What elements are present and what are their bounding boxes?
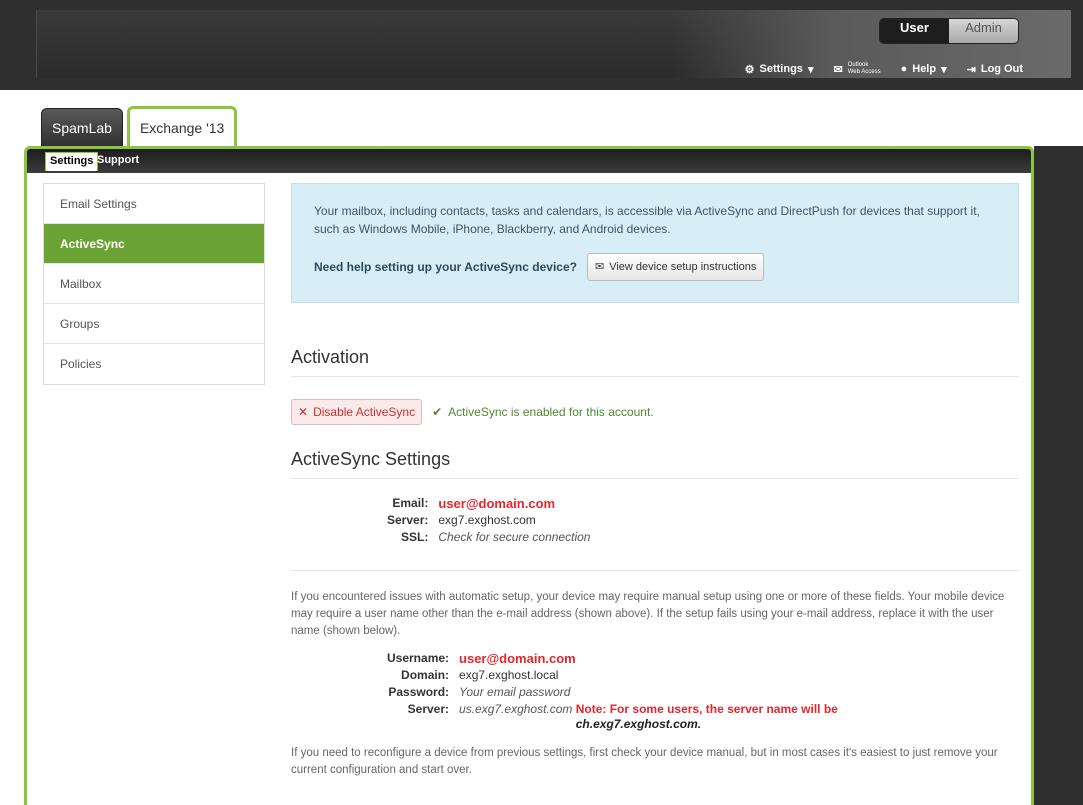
role-toggle: User Admin xyxy=(879,18,1019,44)
server-value: exg7.exghost.com xyxy=(438,513,536,527)
manual-setup-text: If you encountered issues with automatic… xyxy=(291,591,1005,637)
header-right-area: User Admin ⚙ Settings ▾ ✉ Outlook Web Ac… xyxy=(671,10,1071,78)
help-menu[interactable]: ● Help ▾ xyxy=(901,63,947,76)
email-label: Email: xyxy=(392,496,429,510)
server-note: Note: For some users, the server name wi… xyxy=(576,701,838,733)
sidebar-item-policies[interactable]: Policies xyxy=(44,344,264,384)
sidebar-item-groups[interactable]: Groups xyxy=(44,304,264,344)
user-watermark: User xyxy=(1035,180,1083,340)
owa-line2: Web Access xyxy=(847,69,881,75)
help-prompt: Need help setting up your ActiveSync dev… xyxy=(314,260,577,274)
tab-exchange-label: Exchange '13 xyxy=(139,119,225,136)
settings-menu[interactable]: ⚙ Settings ▾ xyxy=(745,63,814,76)
activesync-status-text: ActiveSync is enabled for this account. xyxy=(448,405,654,419)
owa-label: Outlook Web Access xyxy=(848,62,881,76)
email-value: user@domain.com xyxy=(438,496,556,511)
check-icon: ✔ xyxy=(432,405,443,419)
server2-label: Server: xyxy=(407,702,450,716)
disable-activesync-label: Disable ActiveSync xyxy=(313,405,416,419)
close-icon: ✕ xyxy=(298,405,309,419)
username-label: Username: xyxy=(387,651,450,665)
main-frame: Settings Support Email Settings ActiveSy… xyxy=(24,146,1034,805)
role-user-label: User xyxy=(900,20,929,35)
username-row: Username: user@domain.com xyxy=(387,650,838,667)
role-admin-button[interactable]: Admin xyxy=(949,19,1018,43)
manual-settings-table: Username: user@domain.com Domain: exg7.e… xyxy=(387,650,838,733)
server2-row: Server: us.exg7.exghost.com Note: For so… xyxy=(387,701,838,733)
activesync-settings-title: ActiveSync Settings xyxy=(291,449,1019,479)
role-admin-label: Admin xyxy=(965,20,1002,35)
top-nav: ⚙ Settings ▾ ✉ Outlook Web Access ● Help… xyxy=(745,62,1023,76)
server-note-text: Note: For some users, the server name wi… xyxy=(575,702,838,716)
divider xyxy=(291,570,1019,571)
sidebar-item-activesync[interactable]: ActiveSync xyxy=(44,224,264,264)
server2-value: us.exg7.exghost.com xyxy=(459,702,573,716)
password-row: Password: Your email password xyxy=(387,684,838,701)
caret-down-icon: ▾ xyxy=(807,63,814,76)
activesync-status: ✔ ActiveSync is enabled for this account… xyxy=(432,405,654,419)
subtab-support[interactable]: Support xyxy=(93,152,143,171)
info-text: Your mailbox, including contacts, tasks … xyxy=(314,204,980,236)
sidebar-item-mailbox[interactable]: Mailbox xyxy=(44,264,264,304)
tab-exchange[interactable]: Exchange '13 xyxy=(126,106,238,146)
outlook-web-access-link[interactable]: ✉ Outlook Web Access xyxy=(833,62,880,76)
subtab-settings[interactable]: Settings xyxy=(45,152,99,171)
activation-title: Activation xyxy=(291,347,1019,377)
settings-table: Email: user@domain.com Server: exg7.exgh… xyxy=(387,495,590,546)
help-row: Need help setting up your ActiveSync dev… xyxy=(314,253,996,281)
domain-label: Domain: xyxy=(401,668,450,682)
domain-row: Domain: exg7.exghost.local xyxy=(387,667,838,684)
mail-icon: ✉ xyxy=(833,63,843,76)
tab-spamlab[interactable]: SpamLab xyxy=(41,108,123,146)
owa-line1: Outlook xyxy=(847,62,869,68)
logout-icon: ⇥ xyxy=(966,63,976,76)
help-icon: ● xyxy=(900,63,908,75)
tab-spamlab-label: SpamLab xyxy=(52,119,112,136)
server-note-alt: ch.exg7.exghost.com. xyxy=(575,717,702,731)
sidebar: Email Settings ActiveSync Mailbox Groups… xyxy=(43,183,265,385)
help-menu-label: Help xyxy=(912,63,937,75)
content: Your mailbox, including contacts, tasks … xyxy=(291,183,1019,779)
settings-menu-label: Settings xyxy=(759,63,803,75)
ssl-label: SSL: xyxy=(401,530,429,544)
ssl-row: SSL: Check for secure connection xyxy=(387,529,590,546)
gear-icon: ⚙ xyxy=(744,63,755,76)
server-label: Server: xyxy=(387,513,429,527)
caret-down-icon: ▾ xyxy=(941,63,947,76)
username-value: user@domain.com xyxy=(459,651,576,666)
password-label: Password: xyxy=(388,685,450,699)
logout-label: Log Out xyxy=(980,63,1023,75)
role-user-button[interactable]: User xyxy=(880,19,949,43)
password-value: Your email password xyxy=(459,685,571,699)
email-row: Email: user@domain.com xyxy=(387,495,590,512)
activation-row: ✕ Disable ActiveSync ✔ ActiveSync is ena… xyxy=(291,399,1019,425)
view-setup-instructions-button[interactable]: ✉ View device setup instructions xyxy=(586,253,765,281)
main-tabs: SpamLab Exchange '13 xyxy=(41,106,238,146)
server-row: Server: exg7.exghost.com xyxy=(387,512,590,529)
sub-tabs: Settings Support xyxy=(27,149,1031,173)
domain-value: exg7.exghost.local xyxy=(459,668,559,682)
top-bar: User Admin ⚙ Settings ▾ ✉ Outlook Web Ac… xyxy=(0,0,1083,90)
view-setup-instructions-label: View device setup instructions xyxy=(609,261,757,273)
sidebar-item-email-settings[interactable]: Email Settings xyxy=(44,184,264,224)
ssl-value: Check for secure connection xyxy=(438,530,591,544)
header-panel: User Admin ⚙ Settings ▾ ✉ Outlook Web Ac… xyxy=(36,10,1071,78)
user-watermark-text: User xyxy=(1035,305,1045,340)
info-box: Your mailbox, including contacts, tasks … xyxy=(291,183,1019,303)
reconfigure-text: If you need to reconfigure a device from… xyxy=(291,747,998,776)
disable-activesync-button[interactable]: ✕ Disable ActiveSync xyxy=(291,399,423,425)
logout-link[interactable]: ⇥ Log Out xyxy=(967,63,1023,76)
envelope-icon: ✉ xyxy=(594,261,605,273)
